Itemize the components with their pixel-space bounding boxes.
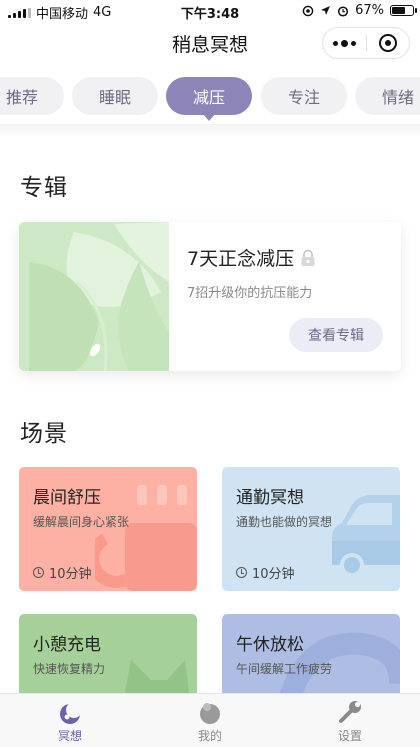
view-album-button[interactable]: 查看专辑: [289, 318, 383, 352]
more-options-icon[interactable]: [323, 28, 366, 58]
album-cover: [19, 222, 169, 371]
tabbar-label: 设置: [337, 729, 362, 743]
tabbar-item-settings[interactable]: 设置: [280, 694, 420, 747]
album-section-title: 专辑: [20, 175, 68, 201]
lock-icon: [301, 249, 315, 266]
album-description: 7招升级你的抗压能力: [187, 286, 313, 301]
clock-icon: [236, 567, 247, 578]
status-right: 67%: [302, 3, 417, 18]
bottom-tab-bar: 冥想 我的 设置: [0, 693, 420, 747]
avatar-icon: [200, 703, 220, 724]
scene-description: 缓解晨间身心紧张: [33, 515, 130, 529]
tabbar-item-profile[interactable]: 我的: [140, 694, 280, 747]
coffee-cup-icon: [95, 485, 197, 591]
category-tabs: 推荐 睡眠 减压 专注 情绪: [0, 75, 420, 121]
scene-title: 晨间舒压: [33, 488, 101, 508]
scene-section-title: 场景: [20, 421, 68, 447]
album-name: 7天正念减压: [187, 248, 295, 270]
tabbar-item-meditation[interactable]: 冥想: [0, 694, 140, 747]
moon-meditation-icon: [60, 702, 82, 724]
tab-recommend[interactable]: 推荐: [0, 77, 64, 115]
close-mini-program-icon[interactable]: [367, 28, 409, 58]
tabs-shadow: [0, 124, 420, 138]
scene-description: 快速恢复精力: [33, 662, 106, 676]
scene-title: 通勤冥想: [236, 488, 304, 508]
album-card[interactable]: 7天正念减压 7招升级你的抗压能力 查看专辑: [19, 222, 401, 371]
clock-icon: [33, 567, 44, 578]
battery-percent: 67%: [355, 3, 384, 18]
alarm-icon: [338, 5, 349, 17]
scene-duration: 10分钟: [33, 563, 92, 582]
tabbar-label: 我的: [197, 729, 222, 743]
tabbar-label: 冥想: [57, 729, 82, 743]
scene-description: 通勤也能做的冥想: [236, 515, 333, 529]
tab-focus[interactable]: 专注: [261, 77, 347, 115]
status-bar: 中国移动 4G 下午3:48 67%: [0, 0, 420, 22]
wrench-icon: [339, 701, 361, 723]
battery-icon: [390, 5, 417, 16]
tab-stress-relief[interactable]: 减压: [166, 77, 252, 121]
car-icon: [332, 495, 400, 577]
scene-title: 午休放松: [236, 635, 304, 655]
scene-card-morning[interactable]: 晨间舒压 缓解晨间身心紧张 10分钟: [19, 467, 197, 591]
at-sign-icon: [302, 5, 314, 16]
location-arrow-icon: [321, 6, 331, 15]
nav-bar: 稍息冥想: [0, 22, 420, 66]
scene-title: 小憩充电: [33, 635, 101, 655]
scene-description: 午间缓解工作疲劳: [236, 662, 333, 676]
tab-sleep[interactable]: 睡眠: [72, 77, 158, 115]
mini-program-capsule: [322, 27, 410, 59]
tab-emotion[interactable]: 情绪: [355, 77, 420, 115]
scene-duration: 10分钟: [236, 563, 295, 582]
scene-card-commute[interactable]: 通勤冥想 通勤也能做的冥想 10分钟: [222, 467, 400, 591]
album-title-row: 7天正念减压: [187, 244, 316, 271]
